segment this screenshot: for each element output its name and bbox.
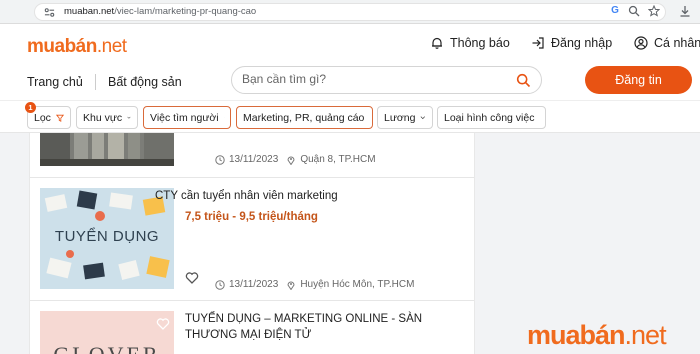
- address-bar[interactable]: muaban.net/viec-lam/marketing-pr-quang-c…: [34, 3, 666, 21]
- filter-salary[interactable]: Lương: [377, 106, 433, 129]
- listing-column: 13/11/2023 Quận 8, TP.HCM TUYỂN DỤNG CTY…: [29, 133, 475, 354]
- logo-main: muabán: [27, 36, 97, 57]
- listing-date: 13/11/2023: [229, 154, 279, 165]
- chevron-down-icon: [421, 116, 426, 120]
- post-listing-button[interactable]: Đăng tin: [585, 66, 692, 94]
- address-url: muaban.net/viec-lam/marketing-pr-quang-c…: [64, 6, 256, 17]
- browser-toolbar: muaban.net/viec-lam/marketing-pr-quang-c…: [0, 0, 700, 24]
- filter-job-type-label: Việc tìm người: [150, 111, 219, 124]
- listing-title[interactable]: CTY cần tuyển nhân viên marketing: [155, 188, 435, 204]
- filter-category-label: Marketing, PR, quảng cáo: [243, 111, 365, 124]
- url-domain: muaban.net: [64, 6, 115, 17]
- nav-divider: [95, 74, 96, 90]
- filter-bar: 1 Lọc Khu vực Việc tìm người Marketing, …: [0, 100, 700, 133]
- account-label: Cá nhân: [654, 36, 700, 50]
- account-link[interactable]: Cá nhân: [634, 34, 700, 52]
- location-pin-icon: [287, 156, 295, 165]
- thumbnail-caption: TUYỂN DỤNG: [54, 228, 160, 245]
- thumbnail-photo: [40, 133, 174, 166]
- filter-count-badge: 1: [25, 102, 36, 113]
- site-settings-icon[interactable]: [44, 7, 55, 18]
- chevron-down-icon: [127, 116, 131, 119]
- watermark-main: muabán: [527, 320, 626, 350]
- brand-watermark: muabán.net: [527, 320, 667, 351]
- watermark-suffix: .net: [624, 320, 667, 350]
- logo-suffix: .net: [96, 36, 127, 57]
- site-logo[interactable]: muabán.net: [27, 36, 127, 58]
- user-icon: [634, 36, 648, 50]
- filter-work-type[interactable]: Loại hình công việc: [437, 106, 546, 129]
- filter-category[interactable]: Marketing, PR, quảng cáo: [236, 106, 373, 129]
- listing-title[interactable]: TUYỂN DỤNG – MARKETING ONLINE - SÀN THƯƠ…: [185, 311, 470, 343]
- funnel-icon: [55, 114, 64, 122]
- filter-salary-label: Lương: [384, 111, 416, 124]
- listing-date: 13/11/2023: [229, 279, 279, 290]
- listing-thumbnail[interactable]: TUYỂN DỤNG: [40, 188, 174, 289]
- site-header: muabán.net Thông báo Đăng nhập Cá nhân T…: [0, 24, 700, 100]
- heart-icon[interactable]: [156, 317, 170, 331]
- clock-icon: [215, 154, 225, 165]
- zoom-icon[interactable]: [628, 5, 640, 17]
- notifications-label: Thông báo: [450, 36, 510, 50]
- nav-home[interactable]: Trang chủ: [27, 75, 83, 89]
- listing-location: Quận 8, TP.HCM: [300, 154, 376, 165]
- search-input[interactable]: [242, 72, 502, 86]
- row-divider: [30, 300, 474, 301]
- login-link[interactable]: Đăng nhập: [531, 34, 612, 52]
- heart-icon[interactable]: [185, 271, 199, 285]
- nav-real-estate[interactable]: Bất động sản: [108, 75, 182, 89]
- clock-icon: [215, 279, 225, 290]
- filter-label: Lọc: [34, 111, 51, 124]
- google-icon[interactable]: G: [609, 5, 621, 17]
- filter-work-type-label: Loại hình công việc: [444, 111, 535, 124]
- heart-icon[interactable]: [185, 153, 199, 167]
- bookmark-star-icon[interactable]: [648, 5, 660, 17]
- listing-thumbnail[interactable]: GLOVER: [40, 311, 174, 354]
- bell-icon: [432, 37, 442, 49]
- listing-meta: 13/11/2023 Quận 8, TP.HCM: [215, 154, 376, 165]
- login-icon: [532, 37, 544, 49]
- thumbnail-caption: GLOVER: [40, 342, 174, 354]
- search-icon[interactable]: [516, 73, 531, 88]
- filter-area-label: Khu vực: [83, 111, 123, 124]
- listing-thumbnail[interactable]: [40, 133, 174, 166]
- row-divider: [30, 177, 474, 178]
- listing-location: Huyện Hóc Môn, TP.HCM: [300, 279, 415, 290]
- login-label: Đăng nhập: [551, 36, 613, 50]
- listing-salary: 7,5 triệu - 9,5 triệu/tháng: [185, 211, 318, 223]
- filter-area[interactable]: Khu vực: [76, 106, 138, 129]
- filter-job-type[interactable]: Việc tìm người: [143, 106, 231, 129]
- download-icon[interactable]: [679, 5, 691, 17]
- url-path: /viec-lam/marketing-pr-quang-cao: [114, 6, 257, 17]
- location-pin-icon: [287, 281, 295, 290]
- search-box[interactable]: [231, 66, 542, 94]
- listing-meta: 13/11/2023 Huyện Hóc Môn, TP.HCM: [215, 279, 414, 290]
- notifications-link[interactable]: Thông báo: [430, 34, 510, 52]
